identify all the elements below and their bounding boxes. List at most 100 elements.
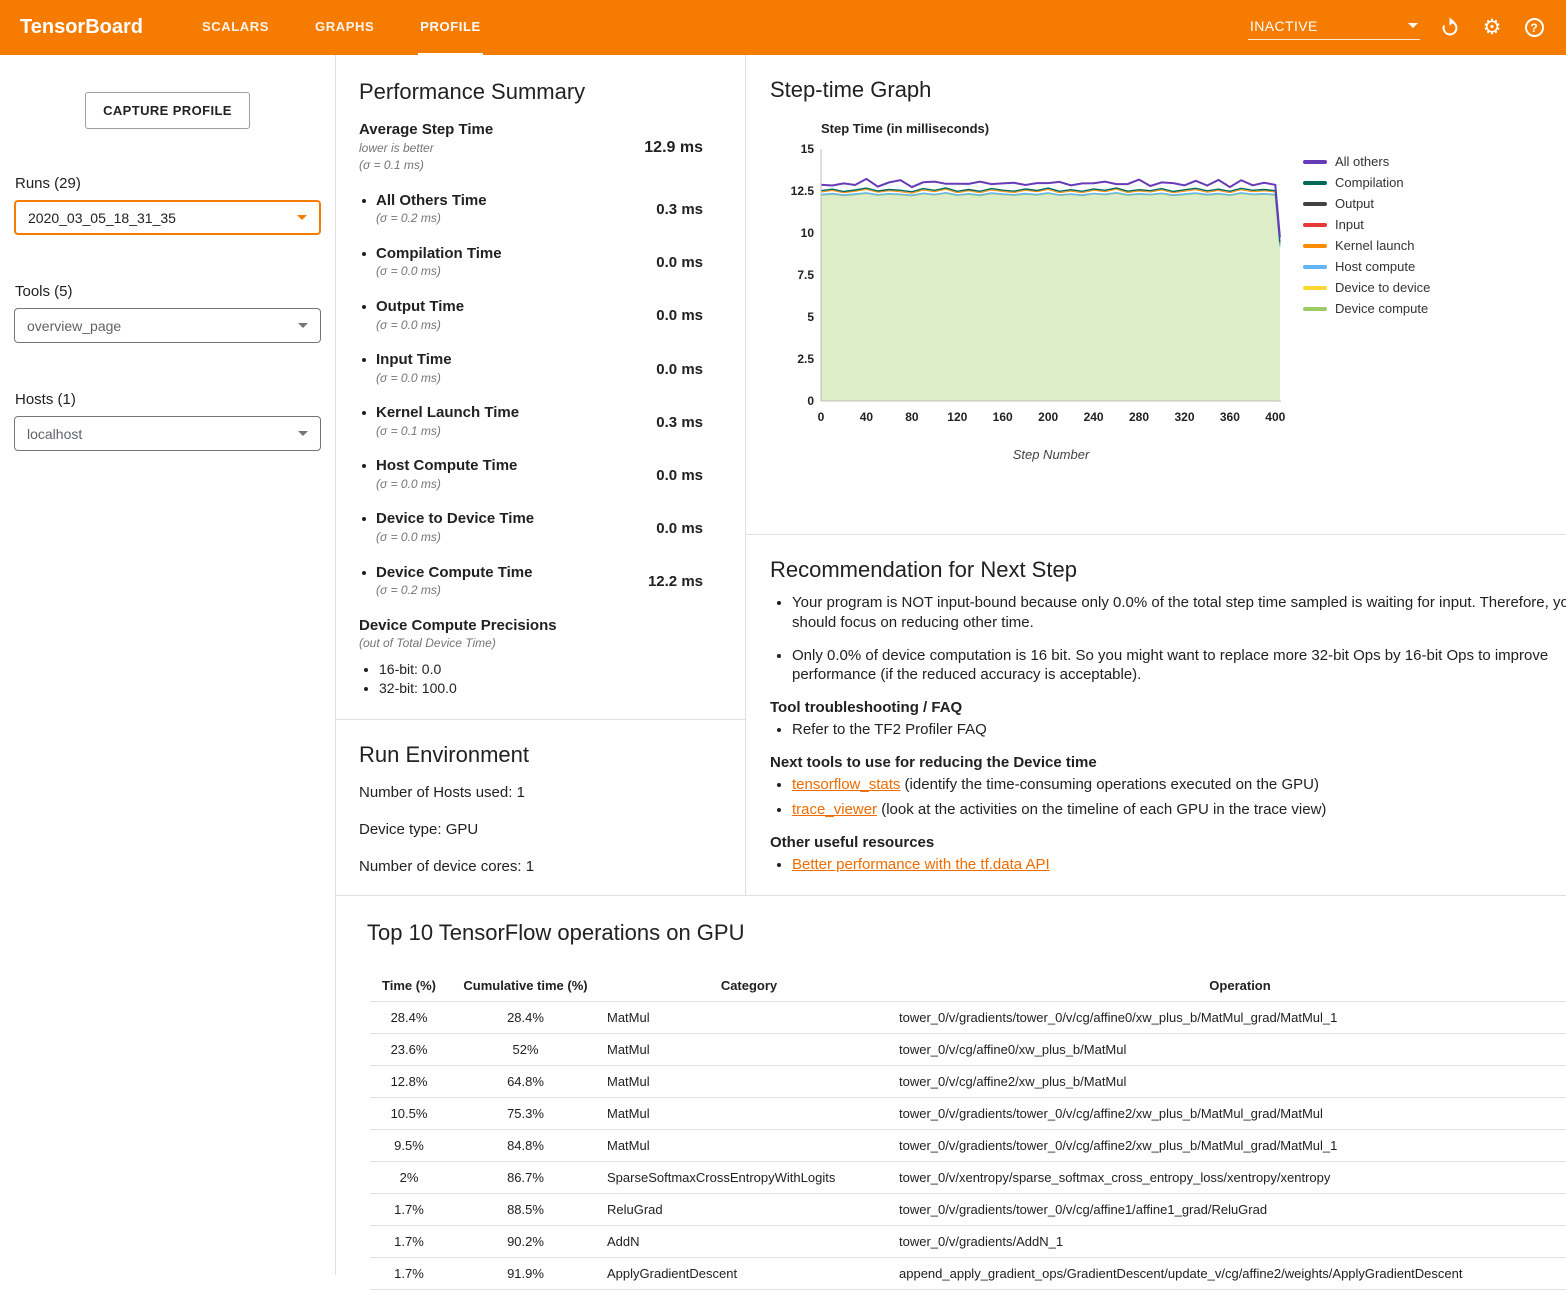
table-cell: tower_0/v/xentropy/sparse_softmax_cross_… (895, 1162, 1566, 1194)
svg-text:7.5: 7.5 (797, 268, 814, 282)
precisions-title: Device Compute Precisions (359, 617, 703, 636)
refresh-icon[interactable] (1438, 16, 1462, 40)
svg-text:240: 240 (1084, 410, 1104, 424)
legend-swatch (1303, 223, 1327, 227)
tab-profile[interactable]: PROFILE (418, 0, 483, 55)
faq-item: Refer to the TF2 Profiler FAQ (792, 720, 1566, 740)
bullet-dot (362, 358, 366, 362)
trace-viewer-link[interactable]: trace_viewer (792, 801, 877, 818)
table-cell: AddN (603, 1226, 895, 1258)
runs-select[interactable]: 2020_03_05_18_31_35 (14, 200, 321, 235)
metric-name: Device to Device Time (376, 510, 534, 529)
svg-text:2.5: 2.5 (797, 352, 814, 366)
table-cell: tower_0/v/gradients/tower_0/v/cg/affine2… (895, 1130, 1566, 1162)
main-content: Performance Summary Average Step Time lo… (335, 55, 1566, 1275)
metric-sigma: (σ = 0.2 ms) (376, 210, 487, 227)
bullet-dot (362, 517, 366, 521)
tab-graphs[interactable]: GRAPHS (313, 0, 376, 55)
run-environment-title: Run Environment (359, 742, 722, 768)
status-dropdown-value: INACTIVE (1250, 18, 1318, 34)
metric-row: Output Time(σ = 0.0 ms)0.0 ms (359, 298, 703, 334)
svg-text:5: 5 (807, 310, 814, 324)
table-cell: 91.9% (448, 1258, 603, 1290)
sidebar: CAPTURE PROFILE Runs (29) 2020_03_05_18_… (0, 55, 335, 1275)
run-env-line: Device type: GPU (359, 821, 722, 838)
gear-icon[interactable]: ⚙ (1480, 16, 1504, 40)
metric-value: 0.3 ms (656, 201, 703, 218)
metric-row: Input Time(σ = 0.0 ms)0.0 ms (359, 351, 703, 387)
table-cell: 75.3% (448, 1098, 603, 1130)
column-header: Time (%) (370, 970, 448, 1002)
table-cell: tower_0/v/gradients/AddN_1 (895, 1226, 1566, 1258)
recommendation-item: Your program is NOT input-bound because … (792, 593, 1566, 633)
hosts-select-value: localhost (27, 426, 82, 442)
svg-text:120: 120 (947, 410, 967, 424)
table-cell: tower_0/v/gradients/tower_0/v/cg/affine1… (895, 1194, 1566, 1226)
metric-row: Kernel Launch Time(σ = 0.1 ms)0.3 ms (359, 404, 703, 440)
legend-swatch (1303, 244, 1327, 248)
run-env-line: Number of Hosts used: 1 (359, 784, 722, 801)
tools-select[interactable]: overview_page (14, 308, 321, 343)
hosts-select[interactable]: localhost (14, 416, 321, 451)
column-header: Operation (895, 970, 1566, 1002)
tfdata-performance-link[interactable]: Better performance with the tf.data API (792, 856, 1050, 873)
runs-field: Runs (29) 2020_03_05_18_31_35 (14, 175, 321, 235)
tools-label: Tools (5) (15, 283, 321, 300)
help-icon[interactable]: ? (1522, 16, 1546, 40)
metric-row: Compilation Time(σ = 0.0 ms)0.0 ms (359, 245, 703, 281)
table-row: 10.5%75.3%MatMultower_0/v/gradients/towe… (370, 1098, 1566, 1130)
bullet-dot (362, 252, 366, 256)
tool-item-desc: (look at the activities on the timeline … (877, 801, 1326, 818)
metric-value: 12.9 ms (644, 139, 703, 157)
svg-text:280: 280 (1129, 410, 1149, 424)
table-cell: tower_0/v/cg/affine0/xw_plus_b/MatMul (895, 1034, 1566, 1066)
metric-value: 0.0 ms (656, 467, 703, 484)
table-cell: 2% (370, 1162, 448, 1194)
table-cell: append_apply_gradient_ops/GradientDescen… (895, 1258, 1566, 1290)
table-cell: MatMul (603, 1034, 895, 1066)
metric-sigma: (σ = 0.0 ms) (376, 317, 464, 334)
run-env-line: Number of device cores: 1 (359, 858, 722, 875)
metric-row: Device Compute Time(σ = 0.2 ms)12.2 ms (359, 564, 703, 600)
bullet-dot (362, 464, 366, 468)
legend-label: Output (1335, 196, 1374, 211)
chevron-down-icon (297, 215, 307, 220)
legend-swatch (1303, 286, 1327, 290)
legend-label: Device to device (1335, 280, 1430, 295)
svg-text:0: 0 (818, 410, 825, 424)
bullet-dot (362, 305, 366, 309)
performance-summary-title: Performance Summary (359, 79, 703, 105)
tensorflow-stats-link[interactable]: tensorflow_stats (792, 776, 900, 793)
metric-value: 0.3 ms (656, 414, 703, 431)
table-row: 12.8%64.8%MatMultower_0/v/cg/affine2/xw_… (370, 1066, 1566, 1098)
precisions-list: 16-bit: 0.032-bit: 100.0 (359, 660, 703, 699)
legend-item: Device compute (1303, 302, 1430, 315)
table-cell: 28.4% (370, 1002, 448, 1034)
tool-item: tensorflow_stats (identify the time-cons… (792, 775, 1566, 795)
resources-heading: Other useful resources (770, 834, 1566, 851)
svg-text:12.5: 12.5 (791, 184, 815, 198)
metric-list: All Others Time(σ = 0.2 ms)0.3 msCompila… (359, 192, 703, 600)
legend-item: Output (1303, 197, 1430, 210)
tab-scalars[interactable]: SCALARS (200, 0, 271, 55)
table-row: 2%86.7%SparseSoftmaxCrossEntropyWithLogi… (370, 1162, 1566, 1194)
status-dropdown[interactable]: INACTIVE (1248, 16, 1420, 40)
svg-text:360: 360 (1220, 410, 1240, 424)
metric-value: 0.0 ms (656, 254, 703, 271)
table-cell: 1.7% (370, 1258, 448, 1290)
capture-profile-button[interactable]: CAPTURE PROFILE (85, 92, 250, 129)
legend-swatch (1303, 202, 1327, 206)
faq-heading: Tool troubleshooting / FAQ (770, 699, 1566, 716)
metric-sigma: (σ = 0.1 ms) (376, 423, 519, 440)
legend-item: Device to device (1303, 281, 1430, 294)
table-cell: MatMul (603, 1130, 895, 1162)
recommendation-section: Recommendation for Next Step Your progra… (746, 535, 1566, 874)
table-cell: 10.5% (370, 1098, 448, 1130)
legend-label: Kernel launch (1335, 238, 1415, 253)
column-header: Category (603, 970, 895, 1002)
svg-text:200: 200 (1038, 410, 1058, 424)
legend-item: Host compute (1303, 260, 1430, 273)
precision-item: 32-bit: 100.0 (379, 679, 703, 699)
svg-text:320: 320 (1174, 410, 1194, 424)
metric-value: 12.2 ms (648, 573, 703, 590)
